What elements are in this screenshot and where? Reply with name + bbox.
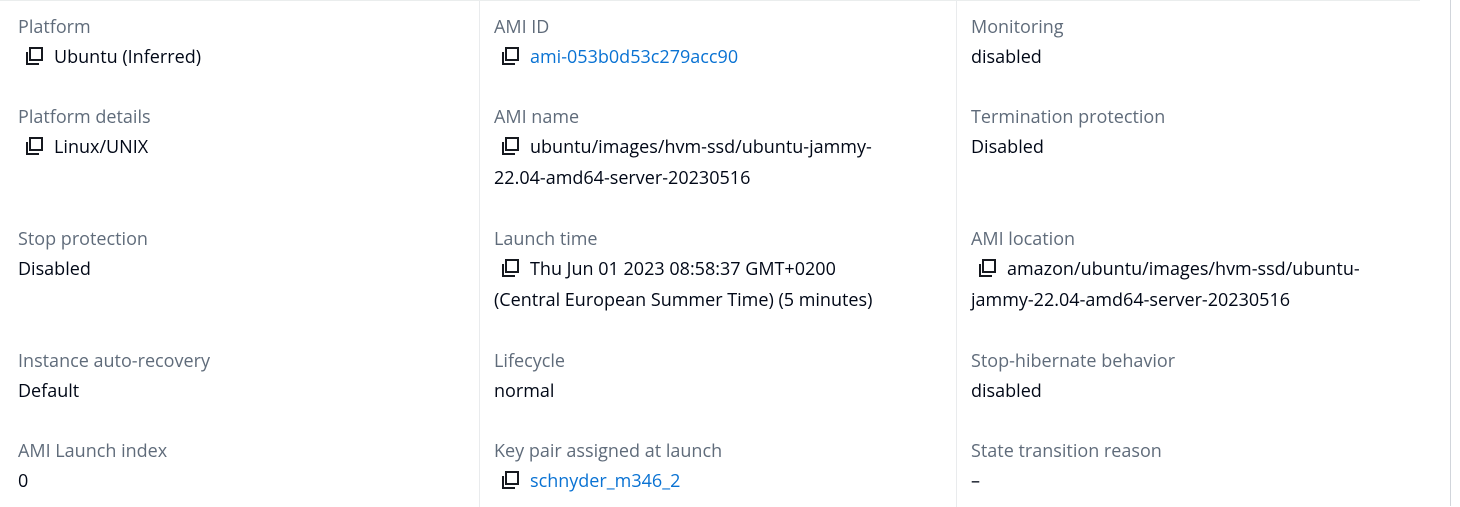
- field-label: Monitoring: [971, 15, 1064, 39]
- stop-hibernate-value: disabled: [971, 379, 1042, 403]
- field-value: ami-053b0d53c279acc90: [494, 42, 944, 73]
- field-value: Linux/UNIX: [18, 132, 466, 163]
- field-label: Instance auto-recovery: [18, 349, 210, 373]
- field-ami-name: AMI name ubuntu/images/hvm-ssd/ubuntu-ja…: [494, 105, 944, 194]
- state-transition-reason-value: –: [971, 469, 980, 493]
- field-label: State transition reason: [971, 439, 1162, 463]
- instance-details-panel: Platform Ubuntu (Inferred) Platform deta…: [0, 0, 1420, 507]
- field-instance-auto-recovery: Instance auto-recovery Default: [18, 349, 466, 407]
- field-label: Key pair assigned at launch: [494, 439, 723, 463]
- ami-id-link[interactable]: ami-053b0d53c279acc90: [530, 45, 738, 69]
- field-label: AMI ID: [494, 15, 550, 39]
- ami-launch-index-value: 0: [18, 469, 29, 493]
- field-stop-protection: Stop protection Disabled: [18, 227, 466, 285]
- field-value: schnyder_m346_2: [494, 466, 944, 497]
- ami-location-value-line1: amazon/ubuntu/images/hvm-ssd/ubuntu-: [1007, 257, 1360, 281]
- field-label: Launch time: [494, 227, 598, 251]
- copy-icon[interactable]: [500, 470, 520, 490]
- field-value: Ubuntu (Inferred): [18, 42, 466, 73]
- field-label: Stop-hibernate behavior: [971, 349, 1176, 373]
- instance-auto-recovery-value: Default: [18, 379, 80, 403]
- ami-name-value-line1: ubuntu/images/hvm-ssd/ubuntu-jammy-: [530, 135, 872, 159]
- field-value: Thu Jun 01 2023 08:58:37 GMT+0200 (Centr…: [494, 254, 944, 316]
- field-ami-location: AMI location amazon/ubuntu/images/hvm-ss…: [971, 227, 1409, 316]
- field-stop-hibernate-behavior: Stop-hibernate behavior disabled: [971, 349, 1409, 407]
- stop-protection-value: Disabled: [18, 257, 91, 281]
- details-column-1: Platform Ubuntu (Inferred) Platform deta…: [0, 1, 478, 507]
- field-label: AMI Launch index: [18, 439, 168, 463]
- key-pair-link[interactable]: schnyder_m346_2: [530, 469, 680, 493]
- launch-time-value-line2: (Central European Summer Time) (5 minute…: [494, 288, 873, 312]
- field-label: AMI name: [494, 105, 580, 129]
- field-value: ubuntu/images/hvm-ssd/ubuntu-jammy- 22.0…: [494, 132, 944, 194]
- copy-icon[interactable]: [977, 258, 997, 278]
- field-platform-details: Platform details Linux/UNIX: [18, 105, 466, 163]
- field-label: Termination protection: [971, 105, 1166, 129]
- platform-value: Ubuntu (Inferred): [54, 45, 202, 69]
- field-value: amazon/ubuntu/images/hvm-ssd/ubuntu- jam…: [971, 254, 1409, 316]
- copy-icon[interactable]: [24, 136, 44, 156]
- field-label: AMI location: [971, 227, 1076, 251]
- monitoring-value: disabled: [971, 45, 1042, 69]
- details-column-2: AMI ID ami-053b0d53c279acc90 AMI name ub…: [479, 1, 956, 507]
- field-label: Lifecycle: [494, 349, 566, 373]
- field-platform: Platform Ubuntu (Inferred): [18, 15, 466, 73]
- field-monitoring: Monitoring disabled: [971, 15, 1409, 73]
- field-lifecycle: Lifecycle normal: [494, 349, 944, 407]
- field-ami-launch-index: AMI Launch index 0: [18, 439, 466, 497]
- field-ami-id: AMI ID ami-053b0d53c279acc90: [494, 15, 944, 73]
- field-key-pair: Key pair assigned at launch schnyder_m34…: [494, 439, 944, 497]
- lifecycle-value: normal: [494, 379, 555, 403]
- copy-icon[interactable]: [500, 136, 520, 156]
- copy-icon[interactable]: [500, 258, 520, 278]
- field-launch-time: Launch time Thu Jun 01 2023 08:58:37 GMT…: [494, 227, 944, 316]
- field-termination-protection: Termination protection Disabled: [971, 105, 1409, 163]
- launch-time-value-line1: Thu Jun 01 2023 08:58:37 GMT+0200: [530, 257, 836, 281]
- field-label: Platform: [18, 15, 91, 39]
- copy-icon[interactable]: [500, 46, 520, 66]
- scrollbar-track[interactable]: [1450, 0, 1451, 506]
- field-state-transition-reason: State transition reason –: [971, 439, 1409, 497]
- ami-location-value-line2: jammy-22.04-amd64-server-20230516: [971, 288, 1291, 312]
- details-column-3: Monitoring disabled Termination protecti…: [956, 1, 1421, 507]
- field-label: Stop protection: [18, 227, 148, 251]
- copy-icon[interactable]: [24, 46, 44, 66]
- platform-details-value: Linux/UNIX: [54, 135, 149, 159]
- field-label: Platform details: [18, 105, 151, 129]
- termination-protection-value: Disabled: [971, 135, 1044, 159]
- ami-name-value-line2: 22.04-amd64-server-20230516: [494, 166, 751, 190]
